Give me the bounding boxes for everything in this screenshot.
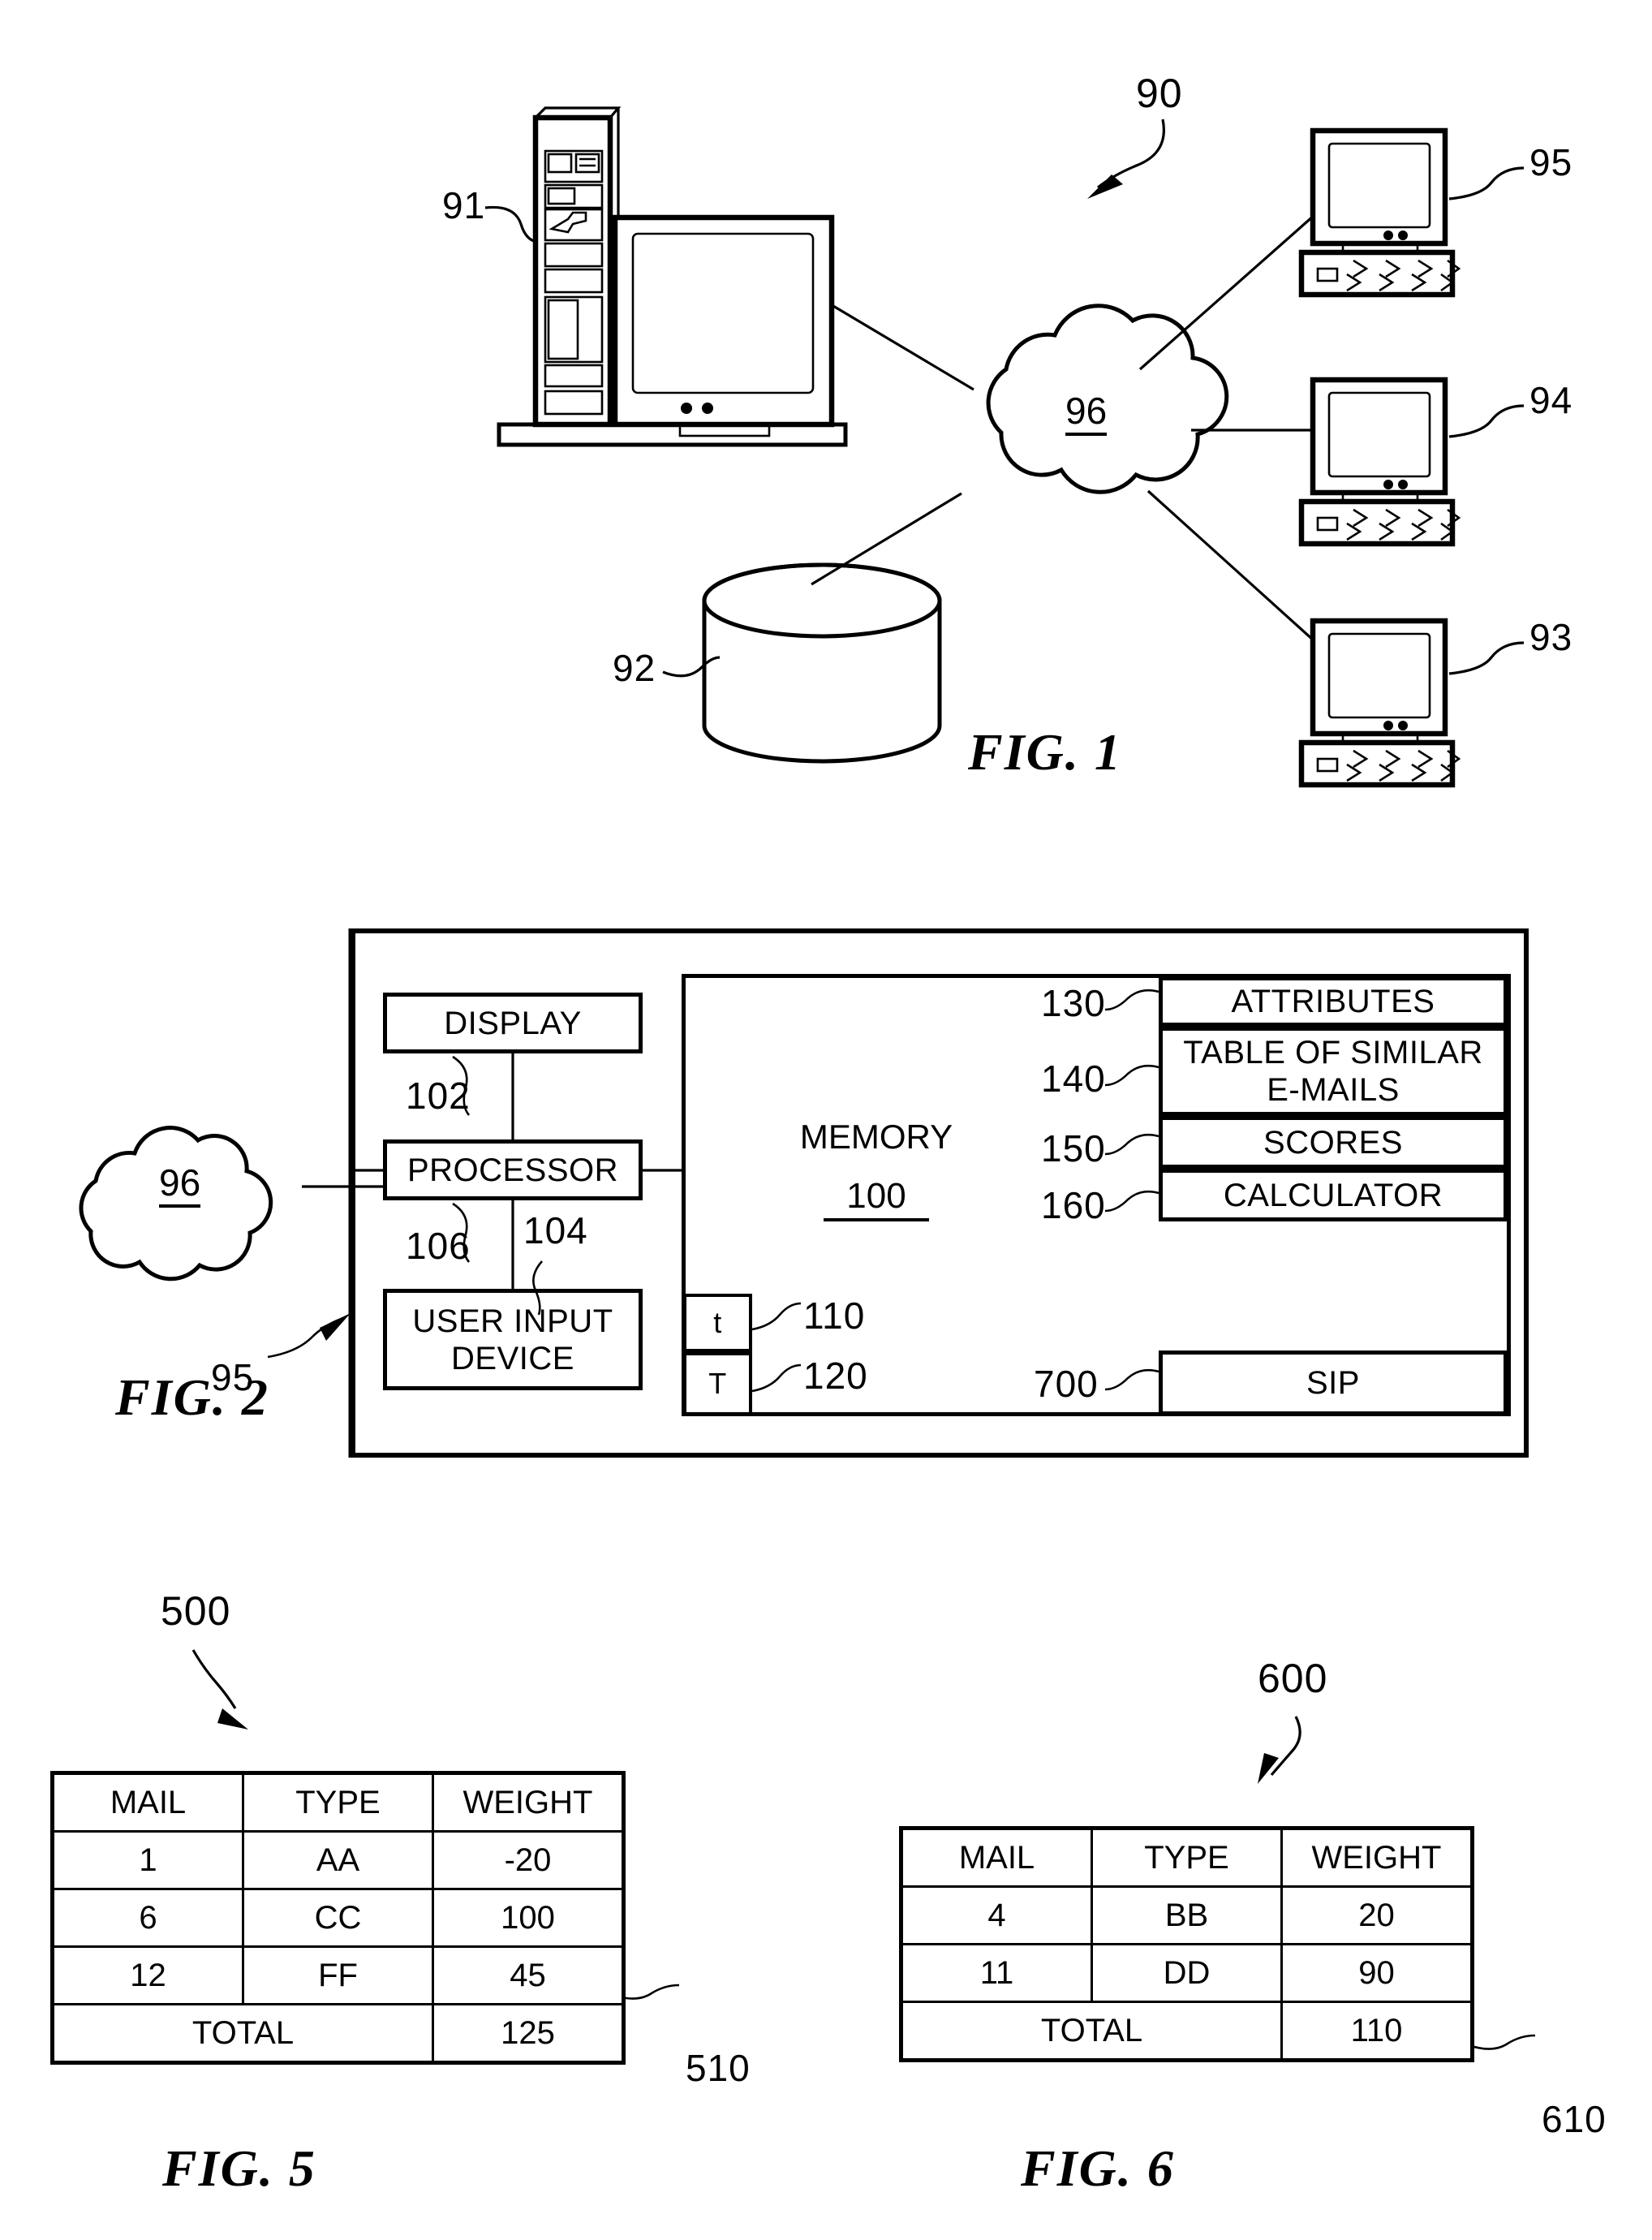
fig1-caption: FIG. 1 — [968, 723, 1122, 781]
table-total-row: TOTAL 125 — [50, 2003, 626, 2065]
fig2-user-input-device-block: USER INPUT DEVICE — [383, 1289, 643, 1390]
fig5-r0-weight: -20 — [432, 1830, 626, 1890]
fig5-col-weight: WEIGHT — [432, 1771, 626, 1833]
table-header-row: MAIL TYPE WEIGHT — [50, 1771, 626, 1833]
fig6-col-type: TYPE — [1091, 1826, 1283, 1888]
fig5-r1-type: CC — [242, 1888, 434, 1948]
fig2-user-input-line1: USER INPUT — [412, 1303, 613, 1339]
fig2-ref-130: 130 — [1041, 982, 1106, 1024]
table-row: 6 CC 100 — [50, 1888, 626, 1948]
fig6-col-weight: WEIGHT — [1280, 1826, 1474, 1888]
table-row: 4 BB 20 — [899, 1885, 1474, 1945]
fig1-terminal-93-ref: 93 — [1529, 616, 1573, 658]
fig2-ref-700: 700 — [1034, 1363, 1099, 1405]
fig1-cloud-number: 96 — [1065, 392, 1108, 436]
fig5-r0-mail: 1 — [50, 1830, 244, 1890]
fig5-r2-weight: 45 — [432, 1945, 626, 2005]
fig2-ref-102: 102 — [406, 1075, 471, 1117]
table-row: 11 DD 90 — [899, 1943, 1474, 2003]
fig2-scores-block: SCORES — [1159, 1116, 1508, 1169]
fig1-terminal-94-ref: 94 — [1529, 379, 1573, 421]
fig2-table-of-similar-emails-block: TABLE OF SIMILAR E-MAILS — [1159, 1027, 1508, 1116]
fig5-total-row-ref: 510 — [686, 2047, 751, 2089]
patent-drawing-sheet: 96 90 91 92 95 94 93 FIG. 1 MEMORY 100 D… — [0, 0, 1652, 2240]
fig2-display-block: DISPLAY — [383, 993, 643, 1053]
fig2-sip-block: SIP — [1159, 1350, 1508, 1415]
fig2-similar-line1: TABLE OF SIMILAR — [1183, 1035, 1483, 1070]
fig5-col-mail: MAIL — [50, 1771, 244, 1833]
fig2-memory-label: MEMORY — [799, 1118, 953, 1156]
fig2-ref-150: 150 — [1041, 1127, 1106, 1170]
fig6-total-label: TOTAL — [899, 2001, 1283, 2062]
fig1-terminal-95-ref: 95 — [1529, 141, 1573, 183]
fig2-register-t-block: t — [683, 1294, 752, 1352]
table-total-row: TOTAL 110 — [899, 2001, 1474, 2062]
fig5-r1-mail: 6 — [50, 1888, 244, 1948]
fig6-col-mail: MAIL — [899, 1826, 1093, 1888]
fig6-total-value: 110 — [1280, 2001, 1474, 2062]
fig5-caption: FIG. 5 — [162, 2139, 316, 2197]
fig6-r0-weight: 20 — [1280, 1885, 1474, 1945]
fig1-terminal-95 — [1298, 127, 1461, 298]
fig2-user-input-line2: DEVICE — [451, 1340, 574, 1376]
fig5-col-type: TYPE — [242, 1771, 434, 1833]
fig6-r1-mail: 11 — [899, 1943, 1093, 2003]
fig2-cloud-number: 96 — [159, 1164, 201, 1208]
fig2-ref-104: 104 — [523, 1209, 588, 1251]
fig2-memory-ref: 100 — [824, 1178, 929, 1221]
table-row: 12 FF 45 — [50, 1945, 626, 2005]
fig5-table: MAIL TYPE WEIGHT 1 AA -20 6 CC 100 12 FF… — [50, 1771, 626, 2065]
fig2-processor-block: PROCESSOR — [383, 1139, 643, 1200]
fig1-server-ref: 91 — [442, 184, 486, 226]
fig5-table-ref: 500 — [161, 1588, 231, 1634]
fig5-total-value: 125 — [432, 2003, 626, 2065]
fig2-ref-120: 120 — [803, 1355, 868, 1397]
fig5-r1-weight: 100 — [432, 1888, 626, 1948]
fig1-system-ref: 90 — [1136, 71, 1183, 116]
fig2-attributes-block: ATTRIBUTES — [1159, 976, 1508, 1027]
fig6-caption: FIG. 6 — [1021, 2139, 1175, 2197]
fig6-table: MAIL TYPE WEIGHT 4 BB 20 11 DD 90 TOTAL … — [899, 1826, 1474, 2062]
fig5-r2-mail: 12 — [50, 1945, 244, 2005]
fig2-ref-110: 110 — [803, 1294, 866, 1337]
fig6-r1-weight: 90 — [1280, 1943, 1474, 2003]
table-header-row: MAIL TYPE WEIGHT — [899, 1826, 1474, 1888]
fig6-r0-type: BB — [1091, 1885, 1283, 1945]
fig1-terminal-93 — [1298, 618, 1461, 788]
fig6-table-ref: 600 — [1258, 1656, 1328, 1701]
fig5-r0-type: AA — [242, 1830, 434, 1890]
fig2-ref-160: 160 — [1041, 1184, 1106, 1226]
fig1-artwork — [484, 106, 1525, 788]
fig6-total-row-ref: 610 — [1542, 2098, 1607, 2140]
table-row: 1 AA -20 — [50, 1830, 626, 1890]
fig2-register-T-block: T — [683, 1352, 752, 1415]
fig2-calculator-block: CALCULATOR — [1159, 1169, 1508, 1221]
fig2-caption: FIG. 2 — [115, 1368, 269, 1426]
fig2-ref-140: 140 — [1041, 1058, 1106, 1100]
fig5-r2-type: FF — [242, 1945, 434, 2005]
fig6-r1-type: DD — [1091, 1943, 1283, 2003]
fig1-database-ref: 92 — [613, 647, 656, 689]
fig2-ref-106: 106 — [406, 1225, 471, 1267]
fig6-r0-mail: 4 — [899, 1885, 1093, 1945]
fig2-similar-line2: E-MAILS — [1267, 1072, 1400, 1108]
fig5-total-label: TOTAL — [50, 2003, 434, 2065]
fig1-terminal-94 — [1298, 377, 1461, 547]
